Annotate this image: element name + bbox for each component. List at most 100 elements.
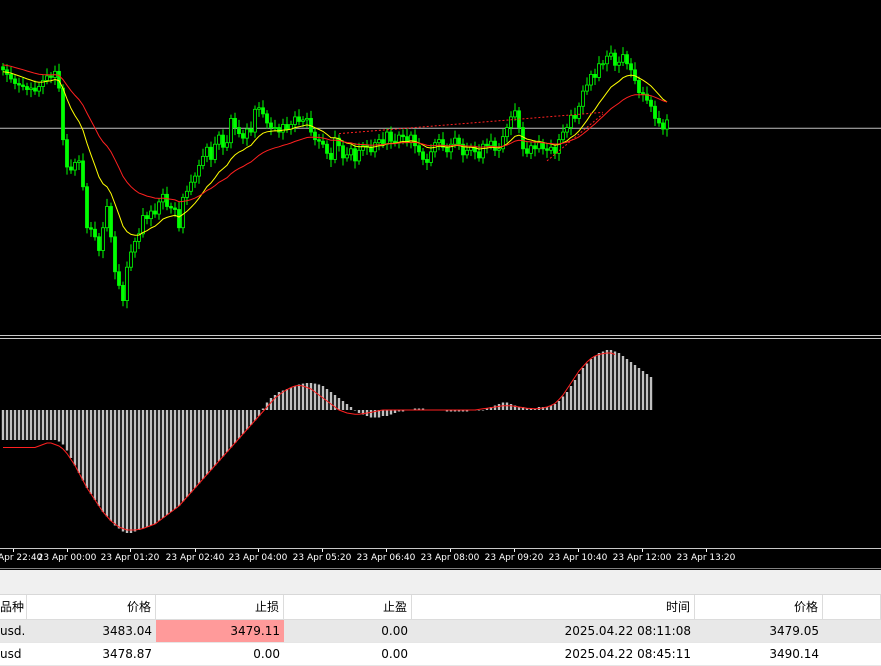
histogram-bar [161,410,165,518]
candle-body [597,63,601,78]
histogram-bar [353,410,357,411]
candle-body [253,108,257,133]
candle-body [317,139,321,142]
col-header-close-price[interactable]: 价格 [695,595,823,619]
histogram-bar [105,410,109,517]
col-header-open-price[interactable]: 价格 [27,595,156,619]
col-header-time[interactable]: 时间 [412,595,695,619]
histogram-bar [17,410,21,440]
histogram-bar [369,410,373,418]
candle-body [589,73,593,86]
histogram-bar [213,410,217,466]
histogram-bar [633,365,637,410]
histogram-bar [129,410,133,533]
histogram-bar [645,374,649,410]
candle-body [585,84,589,92]
candle-body [17,83,21,86]
candle-body [581,90,585,107]
col-header-symbol[interactable]: 品种 [0,595,27,619]
candle-body [305,118,309,121]
histogram-bar [605,350,609,410]
candle-body [573,114,577,119]
candle-body [533,145,537,150]
candle-body [301,119,305,122]
candle-body [513,110,517,118]
candle-body [109,206,113,238]
terminal-separator[interactable] [0,568,881,569]
histogram-bar [85,410,89,488]
histogram-bar [557,401,561,410]
candle-body [561,131,565,141]
candle-body [629,63,633,71]
candle-body [457,137,461,145]
trade-history-table: 品种 价格 止损 止盈 时间 价格 usd. 3483.04 3479.11 0… [0,570,881,666]
candle-body [485,143,489,147]
histogram-bar [301,383,305,410]
histogram-bar [233,410,237,443]
candle-body [157,201,161,215]
candle-body [413,134,417,147]
histogram-bar [601,351,605,410]
cell-open-price: 3478.87 [102,647,152,661]
time-axis-tick [450,549,451,552]
histogram-bar [629,362,633,410]
candle-body [113,236,117,273]
histogram-bar [1,410,5,440]
candle-body [389,131,393,142]
time-axis-label: 23 Apr 22:40 [0,553,43,563]
candle-body [101,227,105,251]
col-header-stop-loss[interactable]: 止损 [156,595,284,619]
col-header-extra[interactable] [823,595,881,619]
candle-body [173,207,177,210]
time-axis-label: 23 Apr 00:00 [37,553,97,563]
pane-separator-2 [0,338,881,339]
histogram-bar [5,410,9,440]
candle-body [661,122,665,130]
candle-body [153,210,157,215]
candle-body [81,160,85,188]
candle-body [229,118,233,144]
histogram-bar [313,383,317,410]
candle-body [601,63,605,66]
histogram-bar [389,410,393,415]
histogram-bar [241,410,245,434]
table-row[interactable]: usd. 3483.04 3479.11 0.00 2025.04.22 08:… [0,620,881,643]
candle-body [177,209,181,229]
histogram-bar [21,410,25,440]
histogram-bar [553,404,557,410]
time-axis-label: 23 Apr 04:00 [228,553,288,563]
candle-body [13,78,17,84]
histogram-bar [625,359,629,410]
histogram-bar [77,410,81,473]
pane-separator[interactable] [0,335,881,336]
candle-body [69,166,73,171]
candle-body [265,113,269,124]
candle-body [193,175,197,183]
histogram-bar [117,410,121,529]
candle-body [653,105,657,119]
candle-body [545,148,549,151]
histogram-bar [205,410,209,475]
candle-body [293,116,297,125]
cell-symbol: usd [0,647,22,661]
histogram-bar [45,410,49,440]
histogram-bar [585,363,589,410]
histogram-bar [93,410,97,500]
macd-indicator-chart[interactable] [0,341,881,548]
time-axis-tick [642,549,643,552]
candle-body [409,134,413,144]
histogram-bar [225,410,229,452]
table-row[interactable]: usd 3478.87 0.00 0.00 2025.04.22 08:45:1… [0,643,881,666]
candle-body [261,107,265,115]
candle-body [525,148,529,154]
histogram-bar [69,410,73,458]
histogram-bar [109,410,113,521]
candle-body [325,143,329,154]
price-chart[interactable] [0,0,881,334]
candle-body [609,52,613,57]
histogram-bar [157,410,161,521]
histogram-bar [81,410,85,481]
histogram-bar [193,410,197,488]
histogram-bar [209,410,213,470]
col-header-take-profit[interactable]: 止盈 [284,595,412,619]
